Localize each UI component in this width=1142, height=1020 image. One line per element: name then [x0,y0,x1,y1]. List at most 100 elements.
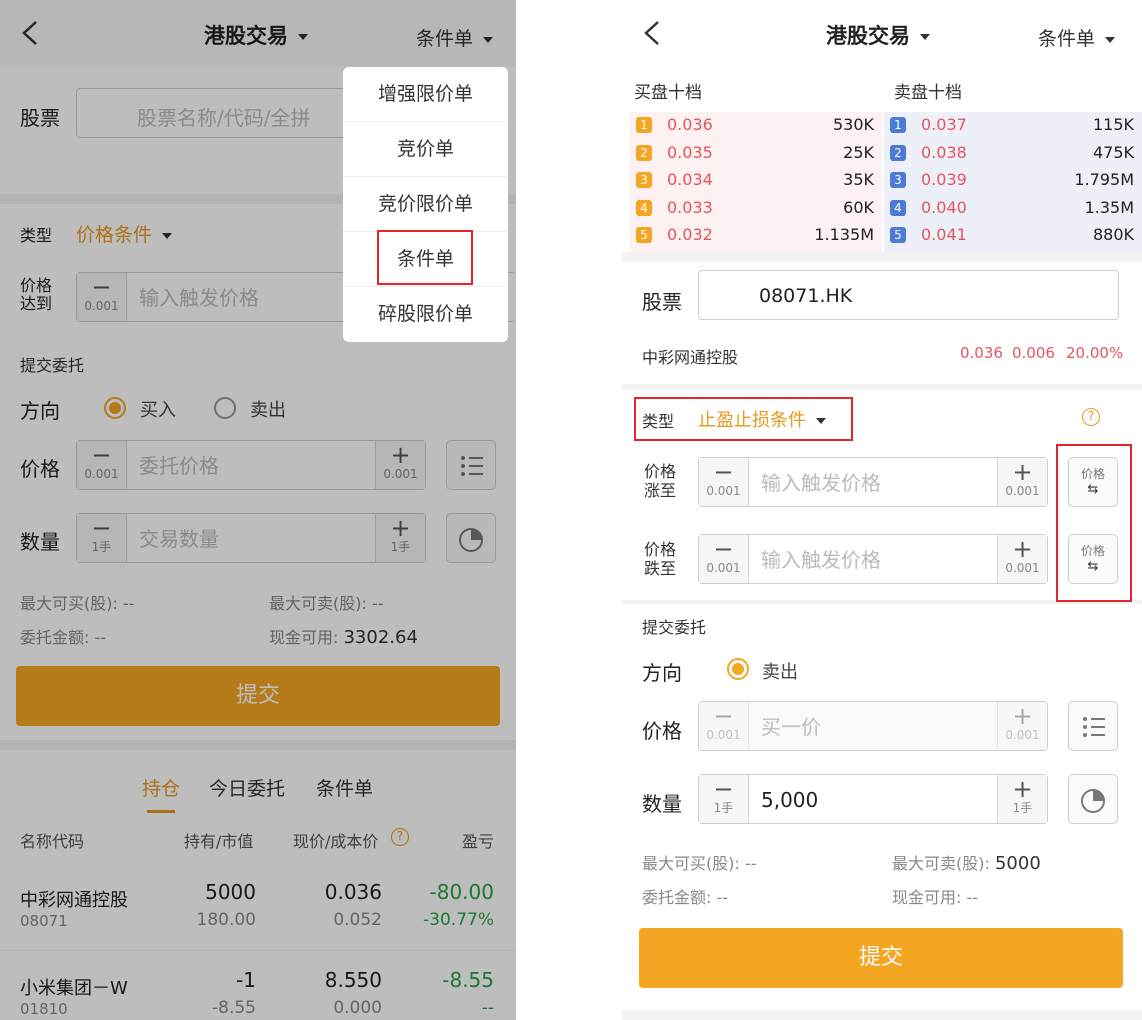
direction-label: 方向 [642,661,682,685]
order-card: 提交委托 方向 卖出 价格 −0.001 买一价 +0.001 数量 −1手 5… [622,604,1142,1010]
trigger-up-plus-button[interactable]: +0.001 [997,458,1047,506]
menu-item-odd-lot[interactable]: 碎股限价单 [343,287,508,342]
bid-row[interactable]: 5 0.032 1.135M [630,222,882,249]
ask-volume: 1.795M [1074,170,1134,189]
highlight-box [1056,444,1132,602]
bid-rank-badge: 4 [636,199,652,216]
trigger-down-plus-button[interactable]: +0.001 [997,535,1047,583]
bid-price: 0.035 [667,142,713,162]
bid-row[interactable]: 4 0.033 60K [630,195,882,222]
stock-price: 0.036 [960,344,1003,362]
trigger-down-label: 价格 跌至 [644,540,677,578]
header: 港股交易 条件单 [622,0,1142,66]
right-screen: 港股交易 条件单 买盘十档 卖盘十档 1 0.036 530K 2 0.035 25K 3 0… [622,0,1142,1020]
menu-item-enhanced-limit[interactable]: 增强限价单 [343,67,508,122]
ask-list: 1 0.037 115K 2 0.038 475K 3 0.039 1.795M 4 0.040 1.… [884,112,1142,252]
ask-price: 0.037 [921,115,967,134]
bid-volume: 25K [843,142,874,162]
bid-row[interactable]: 2 0.035 25K [630,140,882,167]
bid-volume: 530K [832,115,874,134]
trigger-up-minus-button[interactable]: −0.001 [699,458,749,506]
ask-rank-badge: 5 [890,227,906,243]
trigger-down-stepper[interactable]: −0.001 输入触发价格 +0.001 [698,534,1048,584]
trigger-down-minus-button[interactable]: −0.001 [699,535,749,583]
bid-row[interactable]: 1 0.036 530K [630,112,882,139]
chevron-down-icon [1105,36,1116,43]
qty-stepper[interactable]: −1手 5,000 +1手 [698,774,1048,824]
ask-row[interactable]: 2 0.038 475K [884,140,1142,167]
help-icon[interactable]: ? [1082,408,1100,426]
order-book: 买盘十档 卖盘十档 1 0.036 530K 2 0.035 25K 3 0.034 35K 4 0… [622,66,1142,252]
trigger-up-input[interactable]: 输入触发价格 [761,458,881,508]
menu-item-auction[interactable]: 竞价单 [343,122,508,177]
max-buy: 最大可买(股): -- [642,854,757,873]
bid-row[interactable]: 3 0.034 35K [630,167,882,194]
bid-price: 0.033 [667,197,713,217]
condition-order-dropdown[interactable]: 条件单 [1038,24,1116,51]
pie-chart-icon [1081,789,1105,813]
stock-name: 中彩网通控股 [642,348,739,367]
sell-radio[interactable] [727,658,749,680]
ask-volume: 880K [1092,225,1134,244]
order-type-menu: 增强限价单 竞价单 竞价限价单 条件单 碎股限价单 [343,67,508,342]
stock-card: 股票 08071.HK 中彩网通控股 0.036 0.006 20.00% [622,262,1142,384]
ask-rank-badge: 4 [890,199,906,216]
back-arrow-icon[interactable] [640,20,666,46]
order-amount: 委托金额: -- [642,888,729,907]
ask-row[interactable]: 5 0.041 880K [884,222,1142,249]
page-title[interactable]: 港股交易 [826,20,930,50]
ask-row[interactable]: 4 0.040 1.35M [884,195,1142,222]
list-icon [1083,717,1105,737]
bid-list: 1 0.036 530K 2 0.035 25K 3 0.034 35K 4 0.033 60K 5 0.… [630,112,882,252]
bid-price: 0.036 [667,115,713,134]
price-input[interactable]: 买一价 [761,702,821,752]
ask-row[interactable]: 1 0.037 115K [884,112,1142,139]
menu-item-auction-limit[interactable]: 竞价限价单 [343,177,508,232]
ask-rank-badge: 3 [890,172,906,188]
price-plus-button[interactable]: +0.001 [997,702,1047,750]
trigger-up-label: 价格 涨至 [644,462,677,500]
qty-plus-button[interactable]: +1手 [997,775,1047,823]
stock-change: 0.006 [1012,344,1055,362]
price-label: 价格 [642,719,682,743]
submit-section-title: 提交委托 [642,618,707,637]
ask-volume: 475K [1092,142,1134,162]
trigger-up-stepper[interactable]: −0.001 输入触发价格 +0.001 [698,457,1048,507]
stock-label: 股票 [642,290,682,314]
ask-price: 0.041 [921,225,967,244]
condition-card: 类型 止盈止损条件 ? 价格 涨至 −0.001 输入触发价格 +0.001 价格… [622,390,1142,602]
cash-available: 现金可用: -- [892,888,979,907]
bid-rank-badge: 1 [636,117,652,133]
ask-row[interactable]: 3 0.039 1.795M [884,167,1142,194]
ask-price: 0.038 [921,142,967,162]
bid-rank-badge: 3 [636,172,652,188]
qty-label: 数量 [642,792,682,816]
sell-label: 卖出 [762,662,798,683]
price-minus-button[interactable]: −0.001 [699,702,749,750]
ask-rank-badge: 2 [890,144,906,161]
ask-price: 0.040 [921,197,967,217]
bid-volume: 35K [843,170,874,189]
price-list-button[interactable] [1068,701,1118,751]
position-chart-button[interactable] [1068,774,1118,824]
trigger-down-input[interactable]: 输入触发价格 [761,535,881,585]
bid-rank-badge: 5 [636,227,652,243]
qty-minus-button[interactable]: −1手 [699,775,749,823]
highlight-box [634,397,853,441]
bid-volume: 60K [843,197,874,217]
ask-price: 0.039 [921,170,967,189]
ask-title: 卖盘十档 [894,83,962,103]
ask-volume: 115K [1092,115,1134,134]
left-screen: 港股交易 条件单 股票 股票名称/代码/全拼 类型 价格条件 价格 达到 −0.0… [0,0,516,1020]
bid-price: 0.032 [667,225,713,244]
price-stepper[interactable]: −0.001 买一价 +0.001 [698,701,1048,751]
ask-rank-badge: 1 [890,117,906,133]
chevron-down-icon [920,34,930,40]
stock-code-input[interactable]: 08071.HK [698,270,1119,320]
stock-change-pct: 20.00% [1066,344,1124,362]
bid-title: 买盘十档 [634,83,702,103]
max-sell: 最大可卖(股): 5000 [892,853,1041,874]
submit-button[interactable]: 提交 [639,928,1123,988]
ask-volume: 1.35M [1084,197,1134,217]
qty-input[interactable]: 5,000 [761,775,818,825]
